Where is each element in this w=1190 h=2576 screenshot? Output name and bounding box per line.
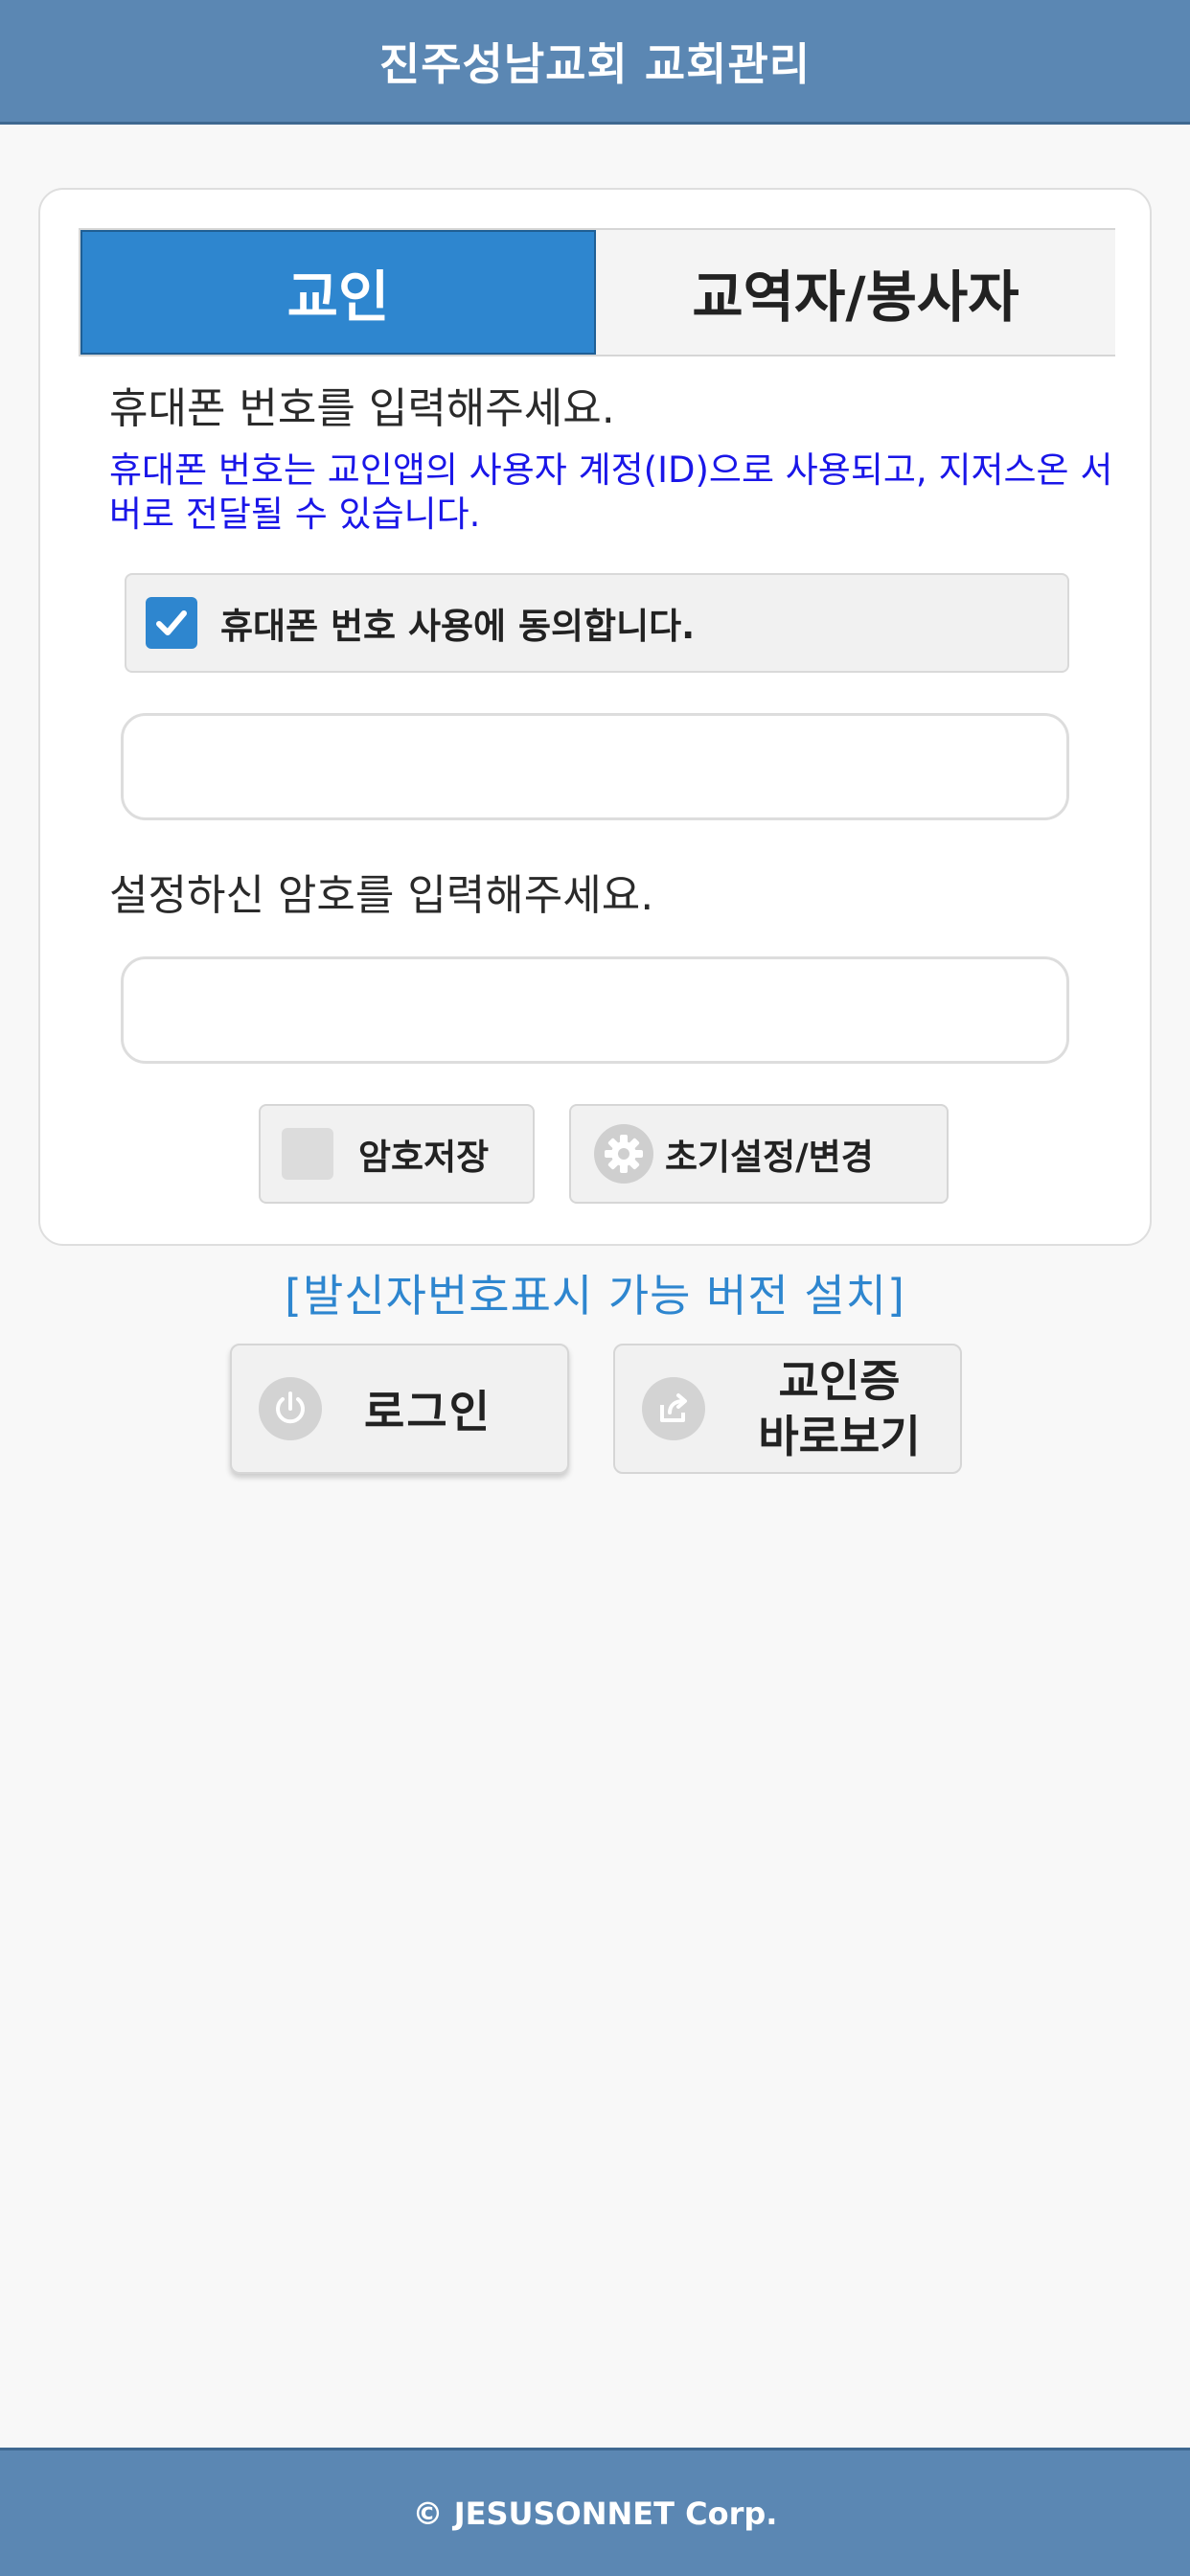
power-icon bbox=[259, 1377, 322, 1440]
checkmark-icon bbox=[156, 610, 187, 635]
app-title: 진주성남교회 교회관리 bbox=[378, 37, 812, 90]
reset-password-button[interactable]: 초기설정/변경 bbox=[569, 1104, 949, 1204]
agree-checkbox[interactable] bbox=[146, 597, 197, 649]
reset-password-label: 초기설정/변경 bbox=[665, 1137, 874, 1178]
phone-label: 휴대폰 번호를 입력해주세요. bbox=[109, 384, 615, 433]
phone-input[interactable] bbox=[121, 713, 1069, 820]
save-password-button[interactable]: 암호저장 bbox=[259, 1104, 535, 1204]
share-icon bbox=[642, 1377, 705, 1440]
save-password-label: 암호저장 bbox=[358, 1137, 490, 1178]
tab-staff-volunteer[interactable]: 교역자/봉사자 bbox=[596, 230, 1115, 355]
gear-icon bbox=[594, 1124, 653, 1184]
phone-agree-checkbox-row[interactable]: 휴대폰 번호 사용에 동의합니다. bbox=[125, 573, 1069, 673]
login-button[interactable]: 로그인 bbox=[230, 1344, 569, 1474]
member-type-tabs: 교인 교역자/봉사자 bbox=[79, 228, 1115, 356]
login-card: 교인 교역자/봉사자 휴대폰 번호를 입력해주세요. 휴대폰 번호는 교인앱의 … bbox=[38, 188, 1152, 1246]
agree-label: 휴대폰 번호 사용에 동의합니다. bbox=[220, 606, 696, 647]
caller-id-version-link[interactable]: [발신자번호표시 가능 버전 설치] bbox=[0, 1261, 1190, 1324]
password-input[interactable] bbox=[121, 956, 1069, 1064]
password-label: 설정하신 암호를 입력해주세요. bbox=[109, 871, 654, 920]
login-label: 로그인 bbox=[364, 1386, 492, 1438]
app-header: 진주성남교회 교회관리 bbox=[0, 0, 1190, 125]
save-password-checkbox[interactable] bbox=[282, 1128, 333, 1180]
copyright-text: © JESUSONNET Corp. bbox=[412, 2495, 778, 2532]
tab-member[interactable]: 교인 bbox=[80, 230, 596, 355]
app-footer: © JESUSONNET Corp. bbox=[0, 2448, 1190, 2576]
member-card-button[interactable]: 교인증 바로보기 bbox=[613, 1344, 962, 1474]
phone-notice: 휴대폰 번호는 교인앱의 사용자 계정(ID)으로 사용되고, 지저스온 서버로… bbox=[109, 449, 1113, 535]
member-card-label: 교인증 바로보기 bbox=[758, 1355, 921, 1462]
